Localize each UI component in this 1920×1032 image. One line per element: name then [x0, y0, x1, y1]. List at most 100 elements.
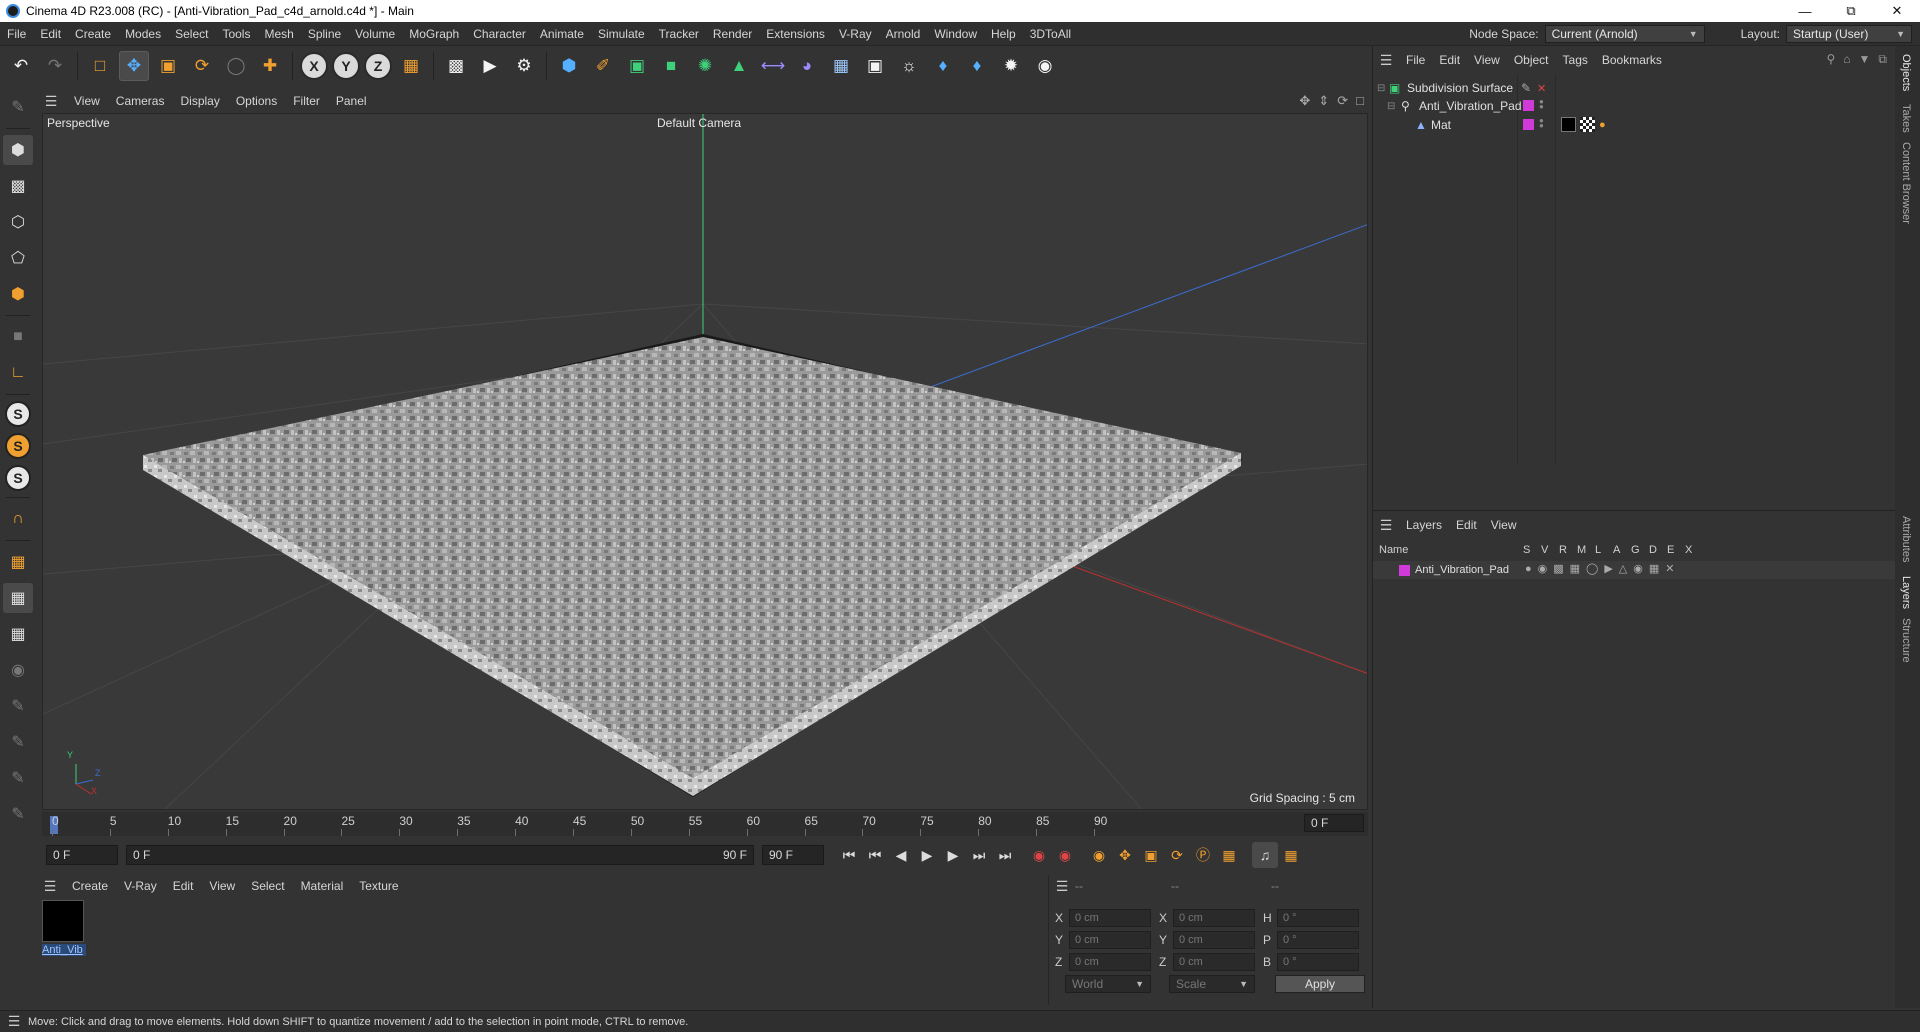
sculpt-icon[interactable]: ✎ [3, 799, 33, 829]
menu-vray[interactable]: V-Ray [832, 27, 879, 41]
end-frame-field[interactable]: 90 F [762, 845, 824, 865]
deformer-icon[interactable]: ⟷ [758, 51, 788, 81]
transform-tool-icon[interactable]: ✚ [255, 51, 285, 81]
previous-frame-icon[interactable]: ◀ [888, 842, 914, 868]
pan-view-icon[interactable]: ✥ [1299, 93, 1310, 109]
keyframe-selection-icon[interactable]: ◉ [1086, 842, 1112, 868]
camera-icon[interactable]: ▣ [860, 51, 890, 81]
python-generator-icon[interactable]: ♦ [962, 51, 992, 81]
om-menu-view[interactable]: View [1467, 53, 1507, 67]
tab-layers[interactable]: Layers [1900, 576, 1912, 609]
rotate-view-icon[interactable]: ⟳ [1337, 93, 1348, 109]
object-name[interactable]: Anti_Vibration_Pad [1419, 99, 1522, 113]
frame-range-slider[interactable]: 0 F 90 F [126, 845, 754, 865]
viewport-menu-view[interactable]: View [66, 94, 108, 108]
soft-selection-icon[interactable]: ◉ [3, 655, 33, 685]
cube-object-icon[interactable]: ⬢ [554, 51, 584, 81]
menu-tools[interactable]: Tools [215, 27, 257, 41]
layer-name[interactable]: Anti_Vibration_Pad [1415, 564, 1509, 576]
filter-icon[interactable]: ▼ [1859, 52, 1871, 67]
tab-takes[interactable]: Takes [1900, 104, 1912, 133]
material-menu-create[interactable]: Create [64, 879, 116, 893]
apply-button[interactable]: Apply [1275, 975, 1365, 993]
material-swatch[interactable] [42, 900, 84, 942]
key-pla-icon[interactable]: ▦ [1216, 842, 1242, 868]
om-menu-tags[interactable]: Tags [1556, 53, 1595, 67]
go-to-start-icon[interactable]: ⏮ [836, 842, 862, 868]
undo-icon[interactable]: ↶ [6, 51, 36, 81]
size-x-field[interactable]: 0 cm [1173, 909, 1255, 927]
camera-name[interactable]: Default Camera [657, 116, 741, 130]
material-menu-vray[interactable]: V-Ray [116, 879, 165, 893]
next-frame-icon[interactable]: ▶ [940, 842, 966, 868]
menu-create[interactable]: Create [68, 27, 118, 41]
scale-tool-icon[interactable]: ▣ [153, 51, 183, 81]
move-tool-icon[interactable]: ✥ [119, 51, 149, 81]
om-menu-edit[interactable]: Edit [1432, 53, 1467, 67]
coordinate-system-icon[interactable]: ▦ [396, 51, 426, 81]
snap-icon[interactable]: S [5, 401, 31, 427]
arnold-tag-icon[interactable]: ● [1599, 119, 1606, 131]
visibility-dots-icon[interactable]: ● ● [1539, 117, 1544, 130]
recent-tool-icon[interactable]: ◯ [221, 51, 251, 81]
om-menu-object[interactable]: Object [1507, 53, 1556, 67]
brush-s-icon[interactable]: ✎ [3, 763, 33, 793]
object-row-mat[interactable]: ▲ Mat ● ● ● [1373, 115, 1896, 135]
extrude-generator-icon[interactable]: ■ [656, 51, 686, 81]
pen-spline-icon[interactable]: ✐ [588, 51, 618, 81]
texture-mode-icon[interactable]: ▩ [3, 171, 33, 201]
field-icon[interactable]: ◕ [792, 51, 822, 81]
brush-r-icon[interactable]: ✎ [3, 727, 33, 757]
tab-structure[interactable]: Structure [1900, 618, 1912, 663]
node-space-dropdown[interactable]: Current (Arnold) ▼ [1544, 25, 1705, 43]
snap-mode-icon[interactable]: S [5, 465, 31, 491]
layers-menu-edit[interactable]: Edit [1449, 518, 1484, 532]
search-icon[interactable]: ⚲ [1826, 52, 1835, 67]
play-icon[interactable]: ▶ [914, 842, 940, 868]
new-window-icon[interactable]: ⧉ [1878, 52, 1887, 67]
workplane-locked-icon[interactable]: ▦ [3, 619, 33, 649]
timeline-window-icon[interactable]: ♫ [1252, 842, 1278, 868]
position-y-field[interactable]: 0 cm [1069, 931, 1151, 949]
material-menu-view[interactable]: View [201, 879, 243, 893]
paint-tool-icon[interactable]: ✎ [3, 92, 33, 122]
dolly-view-icon[interactable]: ⇕ [1318, 93, 1329, 109]
menu-help[interactable]: Help [984, 27, 1023, 41]
cloner-icon[interactable]: ✺ [690, 51, 720, 81]
coordinate-space-dropdown[interactable]: World ▼ [1065, 975, 1151, 993]
object-row-subdivision-surface[interactable]: ⊟ ▣ Subdivision Surface ✎ ✕ [1373, 78, 1896, 98]
snap-settings-icon[interactable]: S [5, 433, 31, 459]
material-menu-texture[interactable]: Texture [351, 879, 406, 893]
tab-objects[interactable]: Objects [1900, 54, 1912, 91]
current-frame-field[interactable]: 0 F [1304, 814, 1364, 832]
rotation-h-field[interactable]: 0 ° [1277, 909, 1359, 927]
home-icon[interactable]: ⌂ [1843, 52, 1850, 67]
menu-render[interactable]: Render [706, 27, 759, 41]
om-menu-bookmarks[interactable]: Bookmarks [1595, 53, 1669, 67]
go-to-end-icon[interactable]: ⏭ [992, 842, 1018, 868]
key-rotation-icon[interactable]: ⟳ [1164, 842, 1190, 868]
record-active-icon[interactable]: ◉ [1026, 842, 1052, 868]
viewport-menu-panel[interactable]: Panel [328, 94, 375, 108]
key-scale-icon[interactable]: ▣ [1138, 842, 1164, 868]
floor-icon[interactable]: ▦ [826, 51, 856, 81]
uv-mode-icon[interactable]: ■ [3, 322, 33, 352]
restore-icon[interactable]: ⧉ [1828, 0, 1874, 22]
motion-clip-icon[interactable]: ▦ [1278, 842, 1304, 868]
collapse-icon[interactable]: ⊟ [1387, 101, 1395, 112]
layer-row[interactable]: Anti_Vibration_Pad ●◉▩▦◯▶△◉▦✕ [1373, 561, 1896, 579]
axis-mode-icon[interactable]: ∟ [3, 358, 33, 388]
size-mode-dropdown[interactable]: Scale ▼ [1169, 975, 1255, 993]
size-y-field[interactable]: 0 cm [1173, 931, 1255, 949]
subdivision-surface-icon[interactable]: ▣ [622, 51, 652, 81]
settings-gear-icon[interactable]: ✹ [996, 51, 1026, 81]
layers-menu-view[interactable]: View [1484, 518, 1524, 532]
viewport-menu-options[interactable]: Options [228, 94, 285, 108]
viewport-menu-cameras[interactable]: Cameras [108, 94, 173, 108]
mograph-cloner-icon[interactable]: ▲ [724, 51, 754, 81]
menu-edit[interactable]: Edit [33, 27, 68, 41]
hamburger-menu-icon[interactable]: ☰ [36, 878, 64, 895]
points-mode-icon[interactable]: ⬡ [3, 207, 33, 237]
menu-volume[interactable]: Volume [348, 27, 402, 41]
redo-icon[interactable]: ↷ [40, 51, 70, 81]
